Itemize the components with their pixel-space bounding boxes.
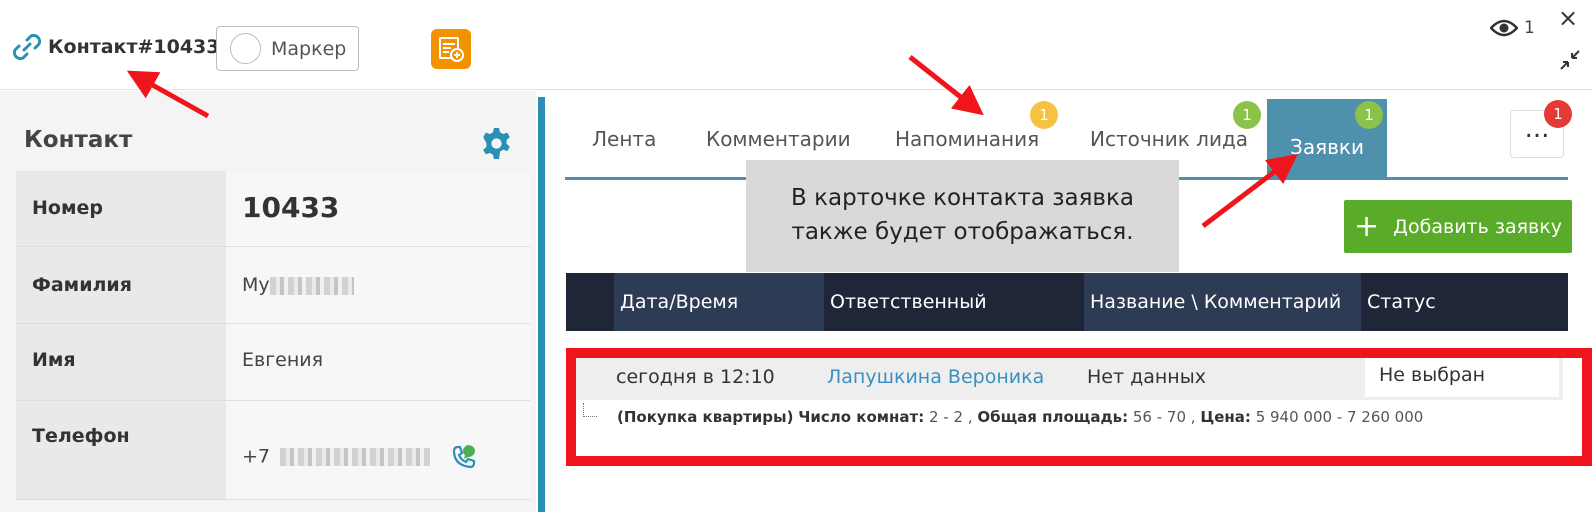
- field-phone-value: +7: [242, 445, 271, 468]
- column-header-datetime[interactable]: Дата/Время: [614, 273, 824, 331]
- redacted-text: [280, 448, 431, 466]
- collapse-icon[interactable]: [1560, 50, 1580, 70]
- panel-divider: [538, 97, 545, 512]
- reminders-badge: 1: [1030, 101, 1058, 129]
- field-name-label: Имя: [16, 324, 226, 400]
- detail-area: 56 - 70: [1132, 408, 1187, 426]
- table-row[interactable]: сегодня в 12:10 Лапушкина Вероника Нет д…: [576, 353, 1563, 400]
- card-header: Контакт#10433 Маркер 1 ×: [0, 0, 1592, 90]
- status-select-value: Не выбран: [1379, 364, 1486, 386]
- column-header-name-comment[interactable]: Название \ Комментарий: [1084, 273, 1361, 331]
- document-add-icon: [439, 37, 464, 62]
- field-surname: Фамилия Му: [16, 247, 530, 324]
- marker-label: Маркер: [271, 37, 347, 60]
- close-button[interactable]: ×: [1558, 6, 1578, 30]
- requests-badge: 1: [1355, 101, 1383, 129]
- detail-price: 5 940 000 - 7 260 000: [1255, 408, 1424, 426]
- eye-icon: [1490, 19, 1518, 37]
- page: Контакт#10433 Маркер 1 × Контакт Номер 1…: [0, 0, 1592, 512]
- viewers-indicator: 1: [1490, 18, 1535, 38]
- tab-lead-source[interactable]: Источник лида: [1090, 127, 1248, 151]
- marker-circle-icon: [230, 33, 261, 64]
- gear-icon[interactable]: [480, 127, 513, 160]
- field-number-value: 10433: [226, 171, 530, 246]
- field-number: Номер 10433: [16, 171, 530, 247]
- status-select[interactable]: Не выбран: [1365, 353, 1559, 397]
- tree-connector: [583, 403, 597, 417]
- annotation-callout: В карточке контакта заявка также будет о…: [746, 160, 1179, 272]
- add-request-button[interactable]: + Добавить заявку: [1344, 200, 1572, 253]
- field-name: Имя Евгения: [16, 324, 530, 401]
- field-name-value[interactable]: Евгения: [226, 324, 530, 400]
- field-surname-label: Фамилия: [16, 247, 226, 323]
- field-phone: Телефон +7: [16, 401, 530, 500]
- field-phone-label: Телефон: [16, 401, 226, 499]
- callout-line-2: также будет отображаться.: [791, 219, 1134, 245]
- contact-panel-title: Контакт: [24, 127, 133, 153]
- cell-name: Нет данных: [1087, 365, 1206, 388]
- redacted-text: [269, 276, 354, 295]
- tab-reminders[interactable]: Напоминания: [895, 127, 1039, 151]
- viewers-count: 1: [1524, 18, 1535, 38]
- lead-source-badge: 1: [1233, 101, 1261, 129]
- callout-line-1: В карточке контакта заявка: [791, 185, 1134, 211]
- cell-datetime: сегодня в 12:10: [616, 365, 775, 388]
- detail-rooms: 2 - 2: [929, 408, 964, 426]
- requests-table-header: Дата/Время Ответственный Название \ Комм…: [566, 273, 1568, 331]
- request-details: (Покупка квартиры) Число комнат: 2 - 2 ,…: [617, 408, 1424, 426]
- link-icon: [12, 33, 42, 61]
- cell-responsible-link[interactable]: Лапушкина Вероника: [827, 366, 1044, 388]
- marker-button[interactable]: Маркер: [216, 26, 359, 71]
- field-surname-value: Му: [242, 274, 270, 296]
- plus-icon: +: [1354, 208, 1380, 244]
- add-request-label: Добавить заявку: [1393, 215, 1562, 238]
- create-task-button[interactable]: [431, 29, 471, 69]
- field-number-label: Номер: [16, 171, 226, 246]
- tab-requests-label: Заявки: [1290, 135, 1364, 159]
- detail-rooms-label: Число комнат:: [798, 408, 925, 426]
- detail-type: (Покупка квартиры): [617, 408, 794, 426]
- field-phone-value-wrap[interactable]: +7: [226, 401, 530, 499]
- header-spacer: [566, 273, 614, 331]
- tab-comments[interactable]: Комментарии: [706, 127, 851, 151]
- detail-area-label: Общая площадь:: [977, 408, 1129, 426]
- column-header-responsible[interactable]: Ответственный: [824, 273, 1084, 331]
- contact-panel: Контакт Номер 10433 Фамилия Му Имя Евген…: [0, 91, 536, 512]
- tab-feed[interactable]: Лента: [592, 127, 656, 151]
- column-header-status[interactable]: Статус: [1361, 273, 1568, 331]
- call-icon[interactable]: [450, 443, 480, 471]
- field-surname-value-wrap[interactable]: Му: [226, 247, 530, 323]
- more-badge: 1: [1544, 100, 1572, 128]
- contact-title: Контакт#10433: [48, 36, 220, 58]
- detail-price-label: Цена:: [1200, 408, 1251, 426]
